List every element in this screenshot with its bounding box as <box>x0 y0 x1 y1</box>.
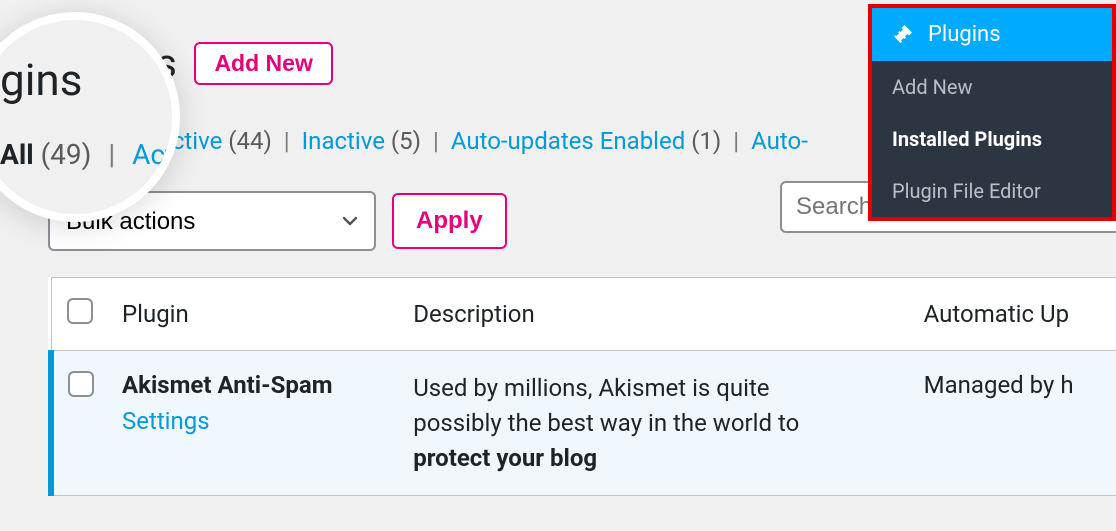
plugins-page: Plugins Add New All (49) | Active (44) |… <box>0 0 1116 531</box>
submenu-title: Plugins <box>928 22 1001 47</box>
filter-auto-enabled[interactable]: Auto-updates Enabled (1) <box>451 127 721 155</box>
desc-pre: Used by millions, Akismet is quite possi… <box>413 374 799 437</box>
filter-auto-partial[interactable]: Auto- <box>751 127 808 155</box>
col-description[interactable]: Description <box>399 278 909 351</box>
filter-inactive-count: (5) <box>391 127 421 155</box>
select-all-checkbox[interactable] <box>67 298 93 324</box>
filter-active[interactable]: Active (44) <box>156 127 272 155</box>
bulk-select-wrap: Bulk actions <box>48 191 376 251</box>
separator: | <box>733 127 739 155</box>
plugin-cell: Akismet Anti-Spam Settings <box>108 351 399 496</box>
filter-inactive[interactable]: Inactive (5) <box>302 127 421 155</box>
plugins-submenu: Plugins Add New Installed Plugins Plugin… <box>868 4 1116 221</box>
separator: | <box>138 127 144 155</box>
lens-all-label: All <box>0 138 34 171</box>
plug-icon <box>890 23 914 47</box>
separator: | <box>433 127 439 155</box>
filter-auto-enabled-label: Auto-updates Enabled <box>451 127 685 155</box>
add-new-button[interactable]: Add New <box>194 42 332 85</box>
bulk-actions-select[interactable]: Bulk actions <box>48 191 376 251</box>
table-row: Akismet Anti-Spam Settings Used by milli… <box>51 351 1116 496</box>
plugin-name: Akismet Anti-Spam <box>122 371 385 399</box>
description-cell: Used by millions, Akismet is quite possi… <box>399 351 909 496</box>
plugin-description: Used by millions, Akismet is quite possi… <box>413 371 803 475</box>
filter-auto-enabled-count: (1) <box>691 127 721 155</box>
plugins-table: Plugin Description Automatic Up Akismet … <box>48 277 1116 496</box>
col-plugin[interactable]: Plugin <box>108 278 399 351</box>
table-header-row: Plugin Description Automatic Up <box>51 278 1116 351</box>
filter-all-count: (49) <box>83 127 127 155</box>
submenu-item-editor[interactable]: Plugin File Editor <box>872 165 1112 217</box>
submenu-item-add-new[interactable]: Add New <box>872 61 1112 113</box>
auto-update-cell: Managed by h <box>910 351 1116 496</box>
filter-all-label: All <box>48 127 77 155</box>
submenu-header[interactable]: Plugins <box>872 8 1112 61</box>
col-auto[interactable]: Automatic Up <box>910 278 1116 351</box>
page-title: Plugins <box>48 40 176 87</box>
desc-bold: protect your blog <box>413 444 597 472</box>
row-actions: Settings <box>122 407 385 435</box>
separator: | <box>284 127 290 155</box>
filter-active-count: (44) <box>228 127 272 155</box>
filter-all[interactable]: All (49) <box>48 127 126 155</box>
settings-link[interactable]: Settings <box>122 407 210 435</box>
select-all-header <box>51 278 108 351</box>
row-checkbox[interactable] <box>68 371 94 397</box>
submenu-item-installed[interactable]: Installed Plugins <box>872 113 1112 165</box>
apply-button[interactable]: Apply <box>392 193 507 249</box>
filter-active-label: Active <box>156 127 222 155</box>
row-check-cell <box>51 351 108 496</box>
filter-inactive-label: Inactive <box>302 127 385 155</box>
